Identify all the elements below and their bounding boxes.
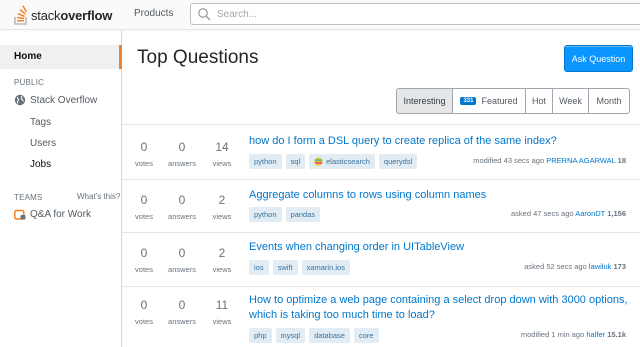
ask-question-button[interactable]: Ask Question (564, 45, 633, 72)
logo-text: stackoverflow (31, 7, 113, 23)
question-meta: asked 52 secs ago lawiluk 173 (524, 262, 626, 271)
view-count: 2 views (212, 246, 232, 274)
tag-list: python sql elasticsearch querydsl (249, 154, 421, 169)
tag-database[interactable]: database (309, 328, 350, 343)
tag-xamarin-ios[interactable]: xamarin.ios (301, 260, 350, 275)
question-row: 0 votes 0 answers 14 views how do I form a … (122, 124, 640, 179)
tag-elasticsearch[interactable]: elasticsearch (309, 154, 375, 169)
question-title-link[interactable]: Aggregate columns to rows using column n… (249, 188, 639, 203)
question-row: 0 votes 0 answers 2 views Aggregate columns… (122, 179, 640, 232)
globe-icon (14, 94, 26, 106)
tag-list: python pandas (249, 207, 324, 222)
whats-this-link[interactable]: What's this? (77, 192, 120, 201)
answer-count: 0 answers (168, 298, 196, 326)
public-section-label: PUBLIC (14, 78, 45, 87)
vote-count: 0 votes (135, 193, 153, 221)
answer-count: 0 answers (168, 193, 196, 221)
question-meta: modified 1 min ago halfer 15.1k (520, 330, 626, 339)
question-title-link[interactable]: how do I form a DSL query to create repl… (249, 134, 639, 149)
tag-php[interactable]: php (249, 328, 272, 343)
nav-home[interactable]: Home (0, 45, 122, 69)
question-title-link[interactable]: Events when changing order in UITableVie… (249, 240, 639, 255)
nav-users[interactable]: Users (30, 138, 56, 149)
search-icon (198, 8, 211, 21)
nav-qa-for-work[interactable]: Q&A for Work (14, 208, 91, 220)
tag-pandas[interactable]: pandas (285, 207, 321, 222)
tab-featured[interactable]: 331 Featured (453, 88, 526, 114)
left-sidebar: Home PUBLIC Stack Overflow Tags Users Jo… (0, 30, 122, 347)
user-link[interactable]: PRERNA AGARWAL (546, 156, 615, 165)
search-input[interactable] (217, 8, 597, 20)
tag-mysql[interactable]: mysql (275, 328, 306, 343)
view-count: 11 views (212, 298, 232, 326)
top-bar: stackoverflow Products (0, 0, 640, 30)
tab-hot[interactable]: Hot (526, 88, 553, 114)
nav-stack-overflow[interactable]: Stack Overflow (14, 94, 97, 106)
nav-qa-for-work-label: Q&A for Work (30, 208, 91, 220)
tag-list: php mysql database core (249, 328, 383, 343)
question-meta: modified 43 secs ago PRERNA AGARWAL 18 (473, 156, 626, 165)
user-link[interactable]: AaronDT (575, 209, 605, 218)
question-row: 0 votes 0 answers 2 views Events when chang… (122, 232, 640, 286)
search-box[interactable] (190, 3, 640, 25)
tab-interesting[interactable]: Interesting (396, 88, 453, 114)
featured-count-badge: 331 (460, 97, 477, 105)
tag-querydsl[interactable]: querydsl (378, 154, 418, 169)
answer-count: 0 answers (168, 246, 196, 274)
teams-section-label: TEAMS (14, 193, 43, 202)
briefcase-icon (14, 209, 26, 220)
elasticsearch-icon (314, 157, 323, 166)
products-menu[interactable]: Products (134, 8, 173, 19)
vote-count: 0 votes (135, 140, 153, 168)
user-reputation: 173 (613, 262, 626, 271)
vote-count: 0 votes (135, 246, 153, 274)
user-link[interactable]: lawiluk (589, 262, 612, 271)
question-filter-tabs: Interesting 331 Featured Hot Week Month (396, 88, 630, 114)
user-reputation: 18 (617, 156, 626, 165)
tag-ios[interactable]: ios (249, 260, 269, 275)
view-count: 14 views (212, 140, 232, 168)
tag-swift[interactable]: swift (272, 260, 298, 275)
stackoverflow-logo[interactable]: stackoverflow (14, 4, 112, 26)
nav-tags[interactable]: Tags (30, 117, 51, 128)
question-row: 0 votes 0 answers 11 views How to optimize … (122, 286, 640, 347)
user-reputation: 15.1k (607, 330, 626, 339)
tag-core[interactable]: core (353, 328, 379, 343)
tag-sql[interactable]: sql (285, 154, 306, 169)
question-meta: asked 47 secs ago AaronDT 1,156 (511, 209, 626, 218)
nav-jobs[interactable]: Jobs (30, 159, 51, 170)
nav-stack-overflow-label: Stack Overflow (30, 94, 98, 106)
user-link[interactable]: halfer (586, 330, 605, 339)
answer-count: 0 answers (168, 140, 196, 168)
view-count: 2 views (212, 193, 232, 221)
tag-list: ios swift xamarin.ios (249, 260, 354, 275)
stack-logo-icon (14, 5, 28, 25)
tab-week[interactable]: Week (553, 88, 589, 114)
vote-count: 0 votes (135, 298, 153, 326)
user-reputation: 1,156 (607, 209, 626, 218)
tag-python[interactable]: python (249, 154, 282, 169)
tab-featured-label: Featured (481, 96, 518, 106)
question-title-link[interactable]: How to optimize a web page containing a … (249, 293, 639, 323)
tab-month[interactable]: Month (589, 88, 630, 114)
tag-python[interactable]: python (249, 207, 282, 222)
page-title: Top Questions (137, 47, 259, 68)
